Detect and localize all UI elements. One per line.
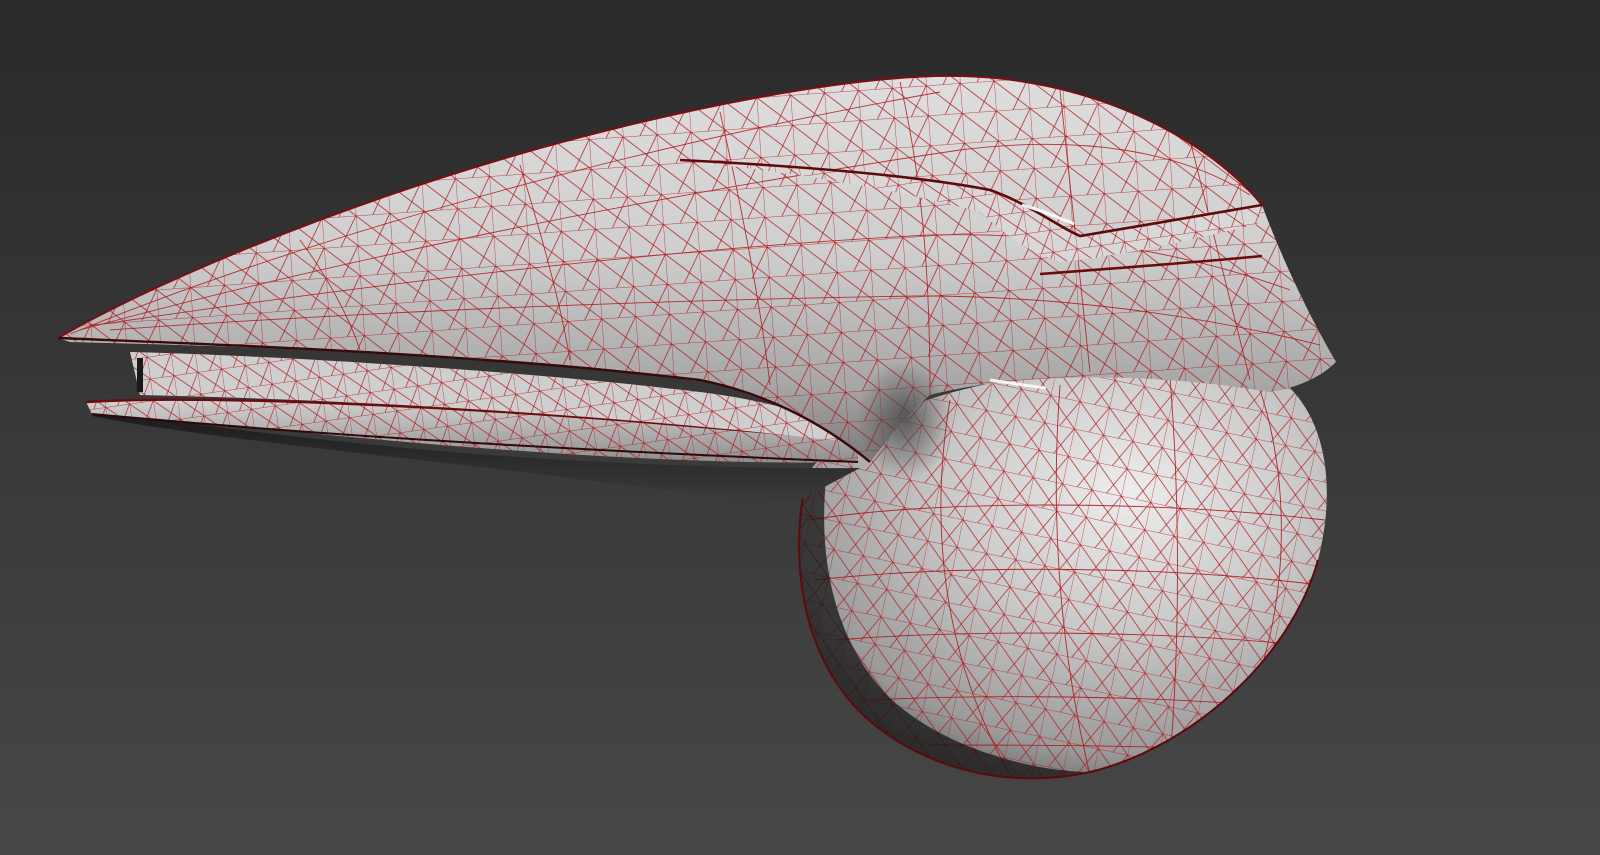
viewport-scene: [0, 0, 1600, 855]
neck-crease-shadow: [857, 360, 953, 480]
3d-viewport[interactable]: [0, 0, 1600, 855]
